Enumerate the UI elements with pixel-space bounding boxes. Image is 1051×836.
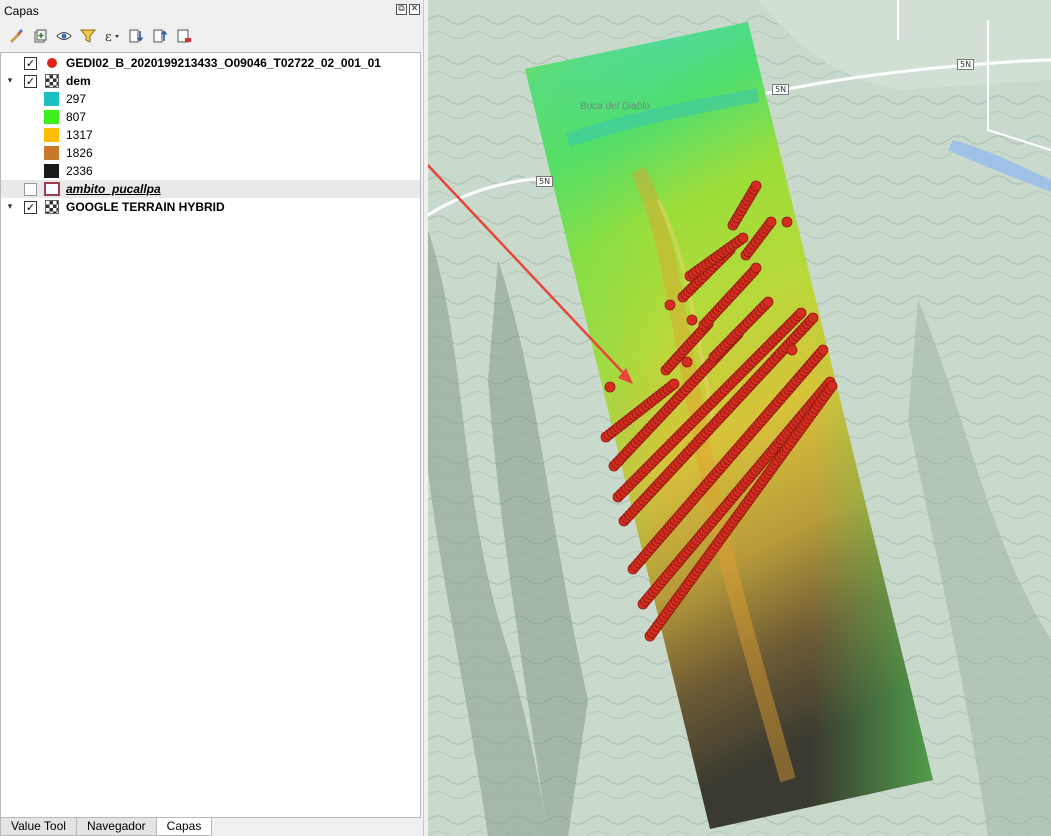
gedi-point xyxy=(795,307,807,319)
legend-label: 297 xyxy=(66,92,87,106)
gedi-point xyxy=(664,299,676,311)
gedi-point xyxy=(781,216,793,228)
map-canvas[interactable]: 5N 5N 5N Boca del Diablo xyxy=(428,0,1051,836)
tab-navegador[interactable]: Navegador xyxy=(75,818,157,836)
legend-item: 2336 xyxy=(1,162,420,180)
gedi-point xyxy=(668,378,680,390)
expression-filter-icon[interactable]: ε xyxy=(102,26,122,46)
layer-name: ambito_pucallpa xyxy=(66,182,161,196)
layers-toolbar: ε xyxy=(0,24,194,48)
close-panel-button[interactable]: ✕ xyxy=(409,4,420,15)
expand-toggle-icon[interactable]: ▾ xyxy=(5,202,15,212)
legend-label: 807 xyxy=(66,110,87,124)
legend-item: 807 xyxy=(1,108,420,126)
legend-swatch xyxy=(44,146,59,160)
layer-name: GOOGLE TERRAIN HYBRID xyxy=(66,200,225,214)
collapse-all-icon[interactable] xyxy=(150,26,170,46)
layer-visibility-checkbox[interactable]: ✓ xyxy=(24,74,37,88)
gedi-point xyxy=(786,344,798,356)
gedi-point xyxy=(817,344,829,356)
legend-item: 1317 xyxy=(1,126,420,144)
map-layers xyxy=(428,0,1051,836)
gedi-point xyxy=(750,180,762,192)
layer-row-ambito[interactable]: ambito_pucallpa xyxy=(1,180,420,198)
svg-text:ε: ε xyxy=(105,30,112,44)
legend-item: 1826 xyxy=(1,144,420,162)
layer-row-gedi[interactable]: ✓ GEDI02_B_2020199213433_O09046_T02722_0… xyxy=(1,54,420,72)
raster-layer-icon xyxy=(44,199,60,215)
gedi-point xyxy=(737,232,749,244)
dock-tabs: Value Tool Navegador Capas xyxy=(0,818,213,836)
expand-toggle-icon[interactable]: ▾ xyxy=(5,76,15,86)
layer-tree: ✓ GEDI02_B_2020199213433_O09046_T02722_0… xyxy=(0,52,421,818)
layer-visibility-checkbox[interactable] xyxy=(24,182,37,196)
road-label: 5N xyxy=(957,59,975,70)
filter-icon[interactable] xyxy=(78,26,98,46)
qgis-window: Capas ⧉ ✕ ε ✓ GEDI02_B_2020199213433_O09… xyxy=(0,0,1051,836)
panel-title-bar: Capas ⧉ ✕ xyxy=(0,0,424,22)
layer-name: GEDI02_B_2020199213433_O09046_T02722_02_… xyxy=(66,56,381,70)
legend-label: 1826 xyxy=(66,146,93,160)
add-group-icon[interactable] xyxy=(30,26,50,46)
visibility-icon[interactable] xyxy=(54,26,74,46)
gedi-point xyxy=(681,356,693,368)
legend-swatch xyxy=(44,128,59,142)
road-label: 5N xyxy=(536,176,554,187)
layer-visibility-checkbox[interactable]: ✓ xyxy=(24,56,37,70)
legend-item: 297 xyxy=(1,90,420,108)
gedi-point xyxy=(686,314,698,326)
expand-all-icon[interactable] xyxy=(126,26,146,46)
layer-row-google[interactable]: ▾ ✓ GOOGLE TERRAIN HYBRID xyxy=(1,198,420,216)
legend-swatch xyxy=(44,110,59,124)
legend-swatch xyxy=(44,164,59,178)
layers-panel: Capas ⧉ ✕ ε ✓ GEDI02_B_2020199213433_O09… xyxy=(0,0,424,836)
gedi-point xyxy=(765,216,777,228)
layer-row-dem[interactable]: ▾ ✓ dem xyxy=(1,72,420,90)
point-symbol-icon xyxy=(44,55,60,71)
float-panel-button[interactable]: ⧉ xyxy=(396,4,407,15)
tab-value-tool[interactable]: Value Tool xyxy=(0,818,77,836)
gedi-point xyxy=(807,312,819,324)
gedi-point xyxy=(762,296,774,308)
panel-title: Capas xyxy=(4,4,39,18)
gedi-point xyxy=(604,381,616,393)
style-manager-icon[interactable] xyxy=(6,26,26,46)
gedi-point xyxy=(826,380,838,392)
legend-label: 2336 xyxy=(66,164,93,178)
legend-swatch xyxy=(44,92,59,106)
legend-label: 1317 xyxy=(66,128,93,142)
tab-capas[interactable]: Capas xyxy=(155,818,213,836)
gedi-point xyxy=(750,262,762,274)
polygon-symbol-icon xyxy=(44,181,60,197)
road-label: 5N xyxy=(772,84,790,95)
remove-layer-icon[interactable] xyxy=(174,26,194,46)
layer-visibility-checkbox[interactable]: ✓ xyxy=(24,200,37,214)
place-label: Boca del Diablo xyxy=(580,101,651,112)
layer-name: dem xyxy=(66,74,91,88)
raster-layer-icon xyxy=(44,73,60,89)
